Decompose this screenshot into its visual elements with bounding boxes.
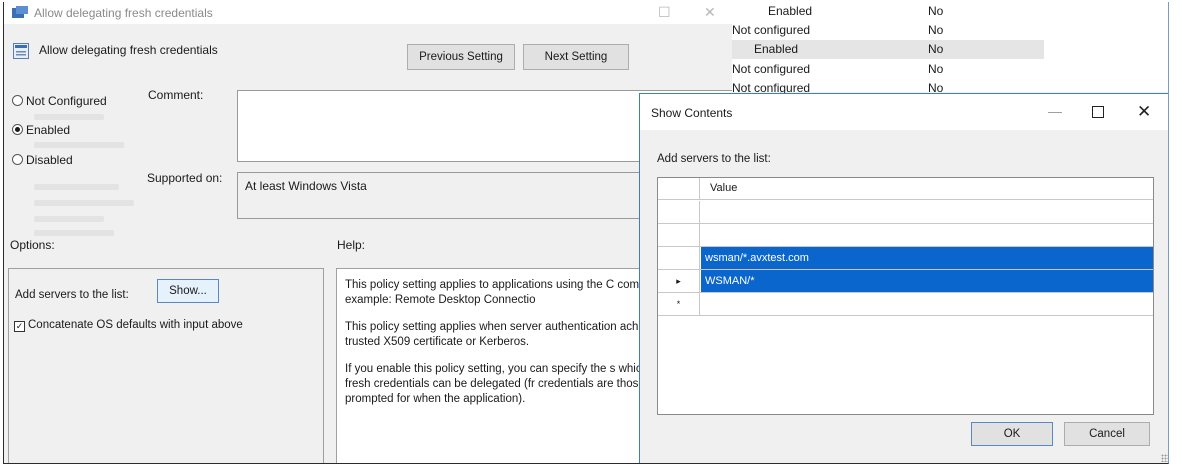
show-contents-titlebar: Show Contents — ✕ [640, 94, 1168, 130]
policy-header-title: Allow delegating fresh credentials [39, 43, 218, 57]
current-row-icon[interactable]: ▸ [658, 270, 700, 292]
new-row-icon[interactable]: * [658, 293, 700, 315]
list-item[interactable]: Enabled No [732, 2, 1044, 21]
close-icon[interactable]: ✕ [1137, 102, 1151, 122]
value-cell[interactable] [701, 224, 1153, 246]
maximize-icon[interactable]: ☐ [658, 4, 671, 21]
table-row[interactable]: wsman/*.avxtest.com [658, 247, 1153, 270]
show-contents-title: Show Contents [651, 106, 733, 120]
radio-circle[interactable] [12, 95, 23, 106]
maximize-icon[interactable] [1092, 106, 1104, 118]
row-header-corner [658, 178, 700, 200]
ghost-artifact [34, 216, 104, 222]
table-row[interactable] [658, 224, 1153, 247]
screen-frame: Allow delegating fresh credentials ☐ ✕ A… [3, 2, 1169, 464]
previous-setting-button[interactable]: Previous Setting [407, 44, 515, 70]
close-icon[interactable]: ✕ [704, 4, 716, 21]
list-item-state: Enabled [768, 4, 813, 18]
value-cell[interactable] [701, 293, 1153, 315]
options-pane: Add servers to the list: Show... ✓ Concat… [8, 268, 324, 463]
row-header[interactable] [658, 247, 700, 269]
list-item-comment: No [928, 23, 944, 37]
radio-label: Disabled [26, 153, 73, 167]
radio-not-configured[interactable]: Not Configured [12, 94, 107, 108]
comment-label: Comment: [148, 88, 204, 102]
list-item[interactable]: Not configured No [732, 21, 1044, 40]
policy-window-title: Allow delegating fresh credentials [34, 6, 213, 20]
minimize-icon[interactable]: — [1048, 103, 1062, 119]
value-cell[interactable] [701, 201, 1153, 223]
list-item-state: Not configured [732, 23, 811, 37]
list-item-state: Not configured [732, 62, 811, 76]
concatenate-label: Concatenate OS defaults with input above [28, 319, 243, 331]
radio-circle-selected[interactable] [12, 124, 23, 135]
supported-on-value: At least Windows Vista [245, 179, 367, 193]
row-header[interactable] [658, 224, 700, 246]
ghost-artifact [34, 230, 114, 236]
values-grid[interactable]: Value wsman/*.avxtest.com ▸ WSMAN/* * [657, 177, 1154, 415]
radio-disabled[interactable]: Disabled [12, 153, 73, 167]
show-contents-dialog: Show Contents — ✕ Add servers to the lis… [639, 93, 1168, 463]
value-cell[interactable]: wsman/*.avxtest.com [701, 247, 1153, 269]
table-row[interactable]: ▸ WSMAN/* [658, 270, 1153, 293]
add-servers-label: Add servers to the list: [15, 289, 129, 301]
ghost-artifact [34, 184, 119, 190]
show-button[interactable]: Show... [157, 279, 219, 303]
policy-app-icon [12, 6, 28, 18]
row-header[interactable] [658, 201, 700, 223]
cancel-button[interactable]: Cancel [1064, 422, 1150, 446]
add-servers-label: Add servers to the list: [657, 153, 771, 165]
policy-dialog: Allow delegating fresh credentials ☐ ✕ A… [4, 2, 732, 463]
checkbox-icon[interactable]: ✓ [14, 321, 25, 332]
radio-enabled[interactable]: Enabled [12, 123, 70, 137]
ghost-artifact [34, 142, 124, 148]
resize-grip-icon[interactable] [1161, 454, 1168, 462]
list-item-comment: No [928, 42, 944, 56]
radio-label: Enabled [26, 123, 71, 137]
list-item-comment: No [928, 62, 944, 76]
radio-label: Not Configured [26, 94, 107, 108]
table-row[interactable] [658, 201, 1153, 224]
table-row[interactable]: * [658, 293, 1153, 316]
policy-setting-icon [13, 43, 29, 59]
list-item[interactable]: Enabled No [732, 40, 1044, 59]
value-column-header[interactable]: Value [710, 182, 737, 194]
list-item-comment: No [928, 4, 944, 18]
supported-on-label: Supported on: [147, 171, 223, 185]
concatenate-checkbox[interactable]: ✓ Concatenate OS defaults with input abov… [14, 319, 243, 332]
next-setting-button[interactable]: Next Setting [523, 44, 629, 70]
ok-button[interactable]: OK [971, 422, 1053, 446]
options-label: Options: [10, 238, 55, 252]
value-cell[interactable]: WSMAN/* [701, 270, 1153, 292]
help-label: Help: [337, 238, 366, 252]
policy-titlebar: Allow delegating fresh credentials ☐ ✕ [4, 2, 732, 24]
grid-header: Value [658, 178, 1153, 200]
list-item-state: Enabled [754, 42, 799, 56]
list-item[interactable]: Not configured No [732, 60, 1044, 79]
background-policy-list: Enabled No Not configured No Enabled No … [732, 2, 1168, 95]
radio-circle[interactable] [12, 154, 23, 165]
ghost-artifact [34, 200, 134, 206]
ghost-artifact [34, 114, 104, 120]
